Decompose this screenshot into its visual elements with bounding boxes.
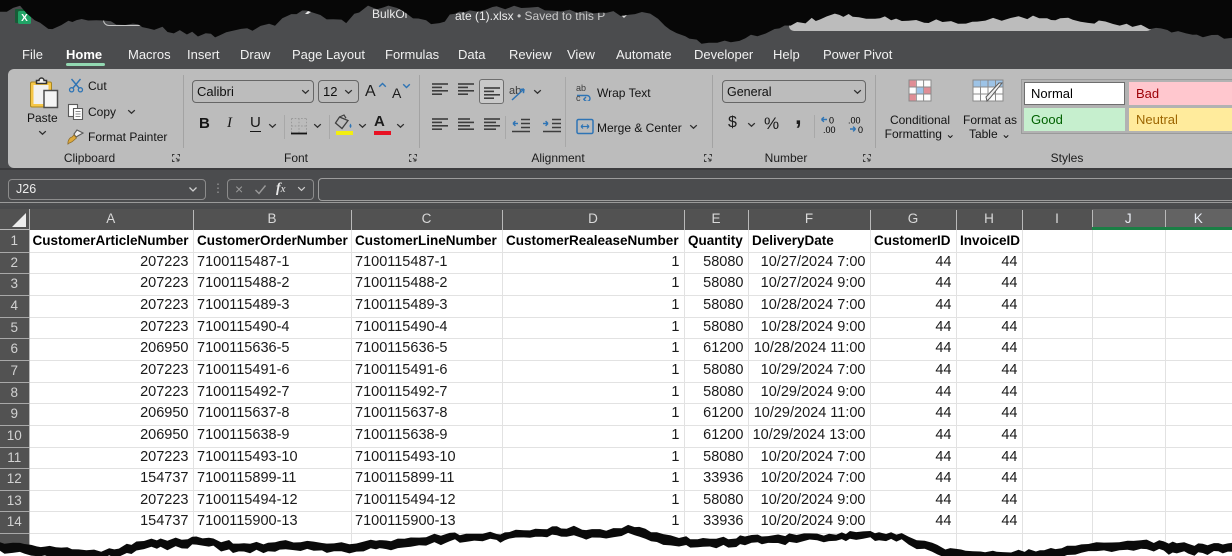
svg-text:0: 0 — [829, 116, 834, 126]
svg-text:.00: .00 — [823, 125, 836, 134]
svg-text:ab: ab — [509, 85, 521, 97]
svg-text:ab: ab — [576, 83, 586, 93]
svg-text:.00: .00 — [848, 116, 861, 126]
svg-text:0: 0 — [858, 125, 863, 134]
svg-text:c: c — [576, 93, 581, 101]
